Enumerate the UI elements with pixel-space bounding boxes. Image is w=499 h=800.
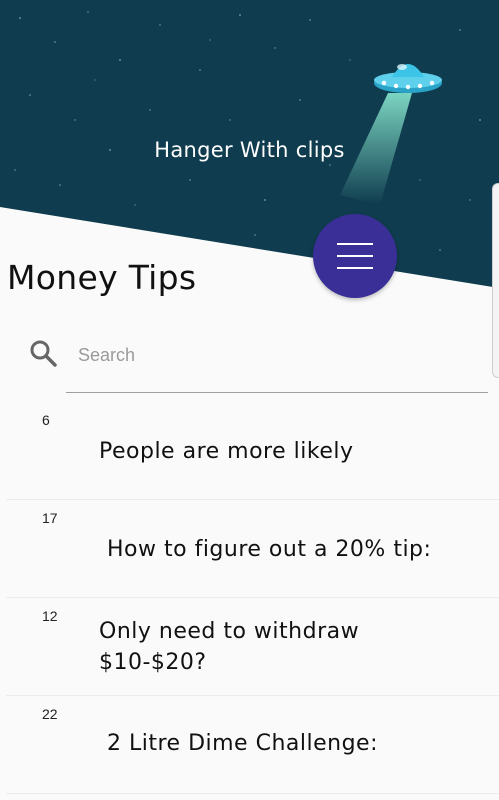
search-underline	[66, 392, 488, 393]
header-banner: Hanger With clips	[0, 0, 499, 288]
item-count: 17	[42, 510, 58, 526]
item-count: 6	[42, 412, 50, 428]
search-input[interactable]	[76, 338, 380, 372]
scroll-edge-handle[interactable]	[492, 183, 499, 378]
tips-list: 6 People are more likely 17 How to figur…	[0, 402, 499, 794]
item-title: Only need to withdraw $10-$20?	[99, 619, 360, 675]
item-count: 12	[42, 608, 58, 624]
ufo-illustration	[340, 64, 442, 205]
list-item[interactable]: 6 People are more likely	[6, 402, 499, 500]
item-title: How to figure out a 20% tip:	[107, 537, 432, 562]
search-bar	[28, 330, 488, 394]
search-icon[interactable]	[28, 338, 58, 368]
item-title: People are more likely	[99, 439, 354, 464]
item-count: 22	[42, 706, 58, 722]
list-item[interactable]: 22 2 Litre Dime Challenge:	[6, 696, 499, 794]
list-item[interactable]: 17 How to figure out a 20% tip:	[6, 500, 499, 598]
item-title: 2 Litre Dime Challenge:	[107, 731, 378, 756]
list-item[interactable]: 12 Only need to withdraw $10-$20?	[6, 598, 499, 696]
menu-button[interactable]	[313, 214, 397, 298]
page-title: Money Tips	[7, 258, 197, 297]
header-title: Hanger With clips	[154, 138, 345, 162]
